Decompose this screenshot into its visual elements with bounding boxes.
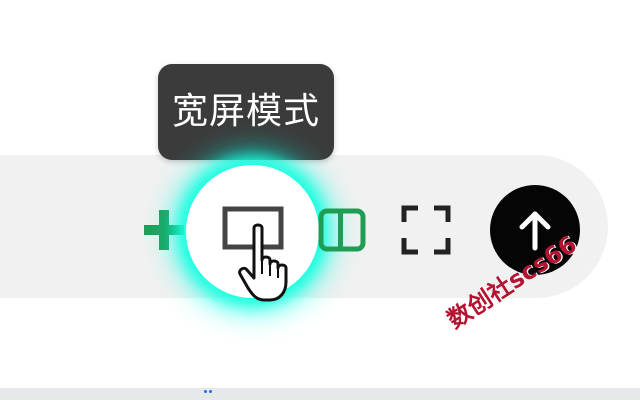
page-bottom-edge	[0, 388, 640, 400]
fullscreen-icon	[401, 205, 451, 255]
split-view-icon	[318, 208, 366, 252]
page-edge-mark	[204, 390, 207, 393]
widescreen-tooltip: 宽屏模式	[158, 64, 334, 160]
add-button[interactable]	[136, 200, 192, 260]
fullscreen-button[interactable]	[396, 200, 456, 260]
plus-icon	[144, 210, 184, 250]
split-view-button[interactable]	[314, 202, 370, 258]
screen: 宽屏模式 数创社scs66	[0, 0, 640, 400]
hand-pointer-icon	[238, 223, 288, 302]
